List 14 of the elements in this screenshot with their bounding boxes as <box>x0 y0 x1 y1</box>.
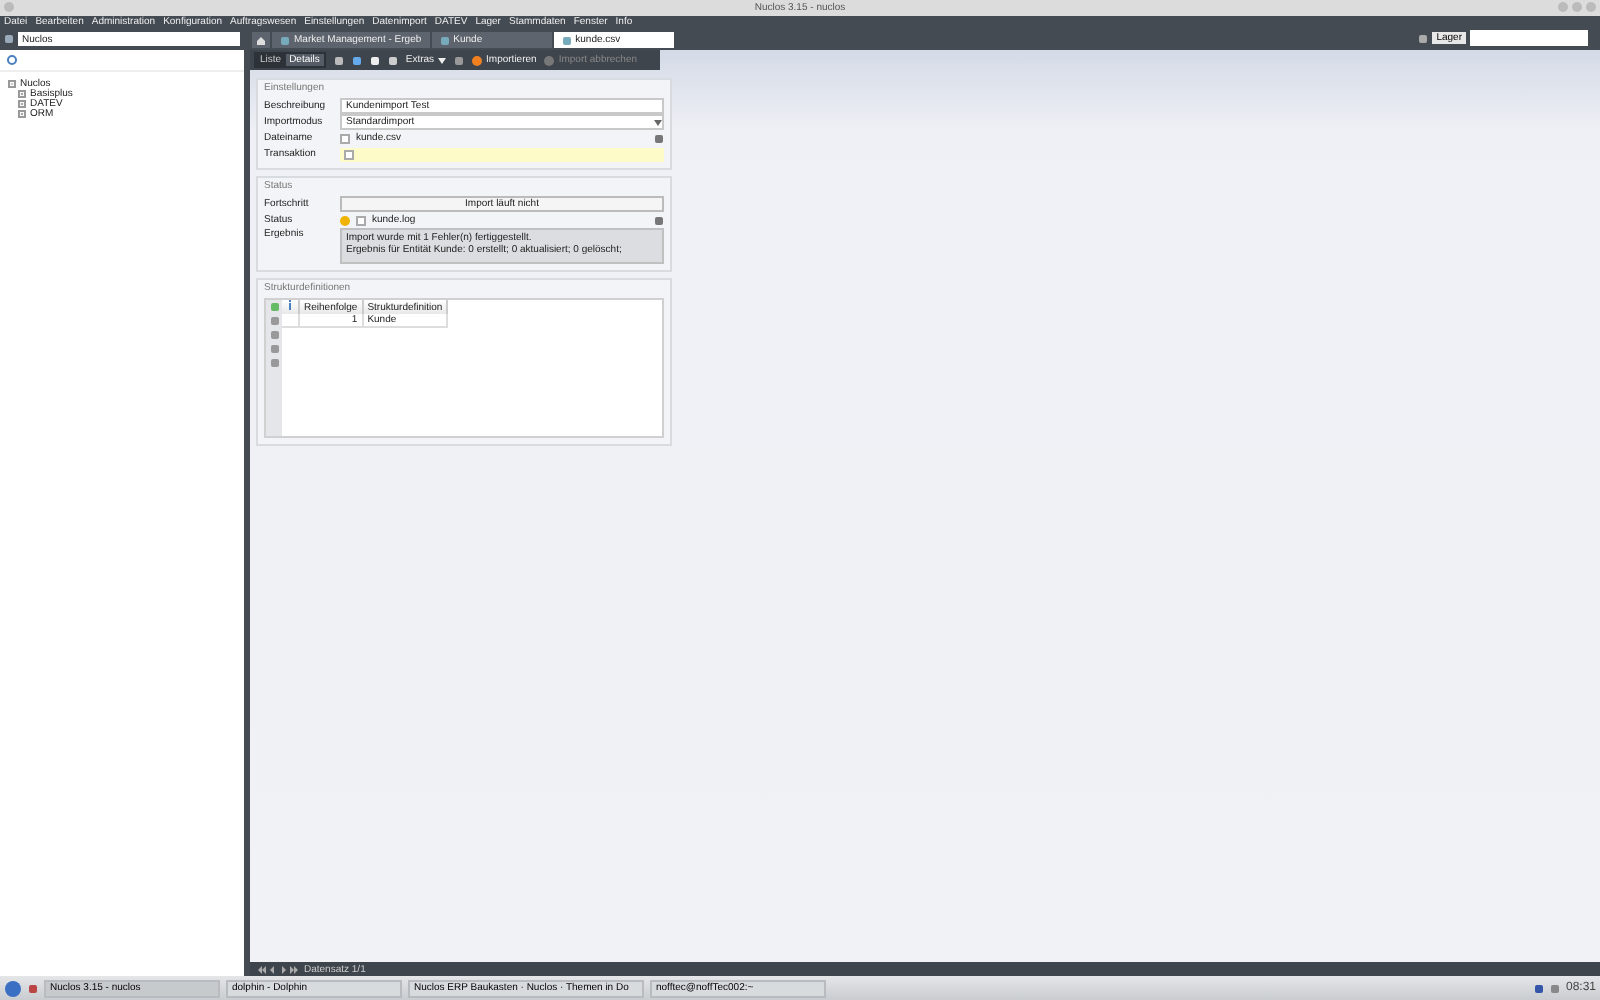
expand-icon[interactable] <box>18 109 26 117</box>
collapse-icon[interactable] <box>8 79 16 87</box>
record-navigation-icon[interactable] <box>258 965 298 973</box>
caret-icon <box>438 57 447 63</box>
start-menu-icon[interactable] <box>4 979 22 997</box>
checkbox[interactable] <box>344 149 354 159</box>
expand-icon[interactable] <box>18 99 26 107</box>
info-icon <box>286 300 294 310</box>
checkbox[interactable] <box>340 133 350 143</box>
home-button[interactable] <box>252 32 270 48</box>
expand-icon[interactable] <box>18 89 26 97</box>
caret-icon <box>654 119 662 125</box>
checkbox[interactable] <box>356 215 366 225</box>
search-field[interactable] <box>1470 30 1588 46</box>
